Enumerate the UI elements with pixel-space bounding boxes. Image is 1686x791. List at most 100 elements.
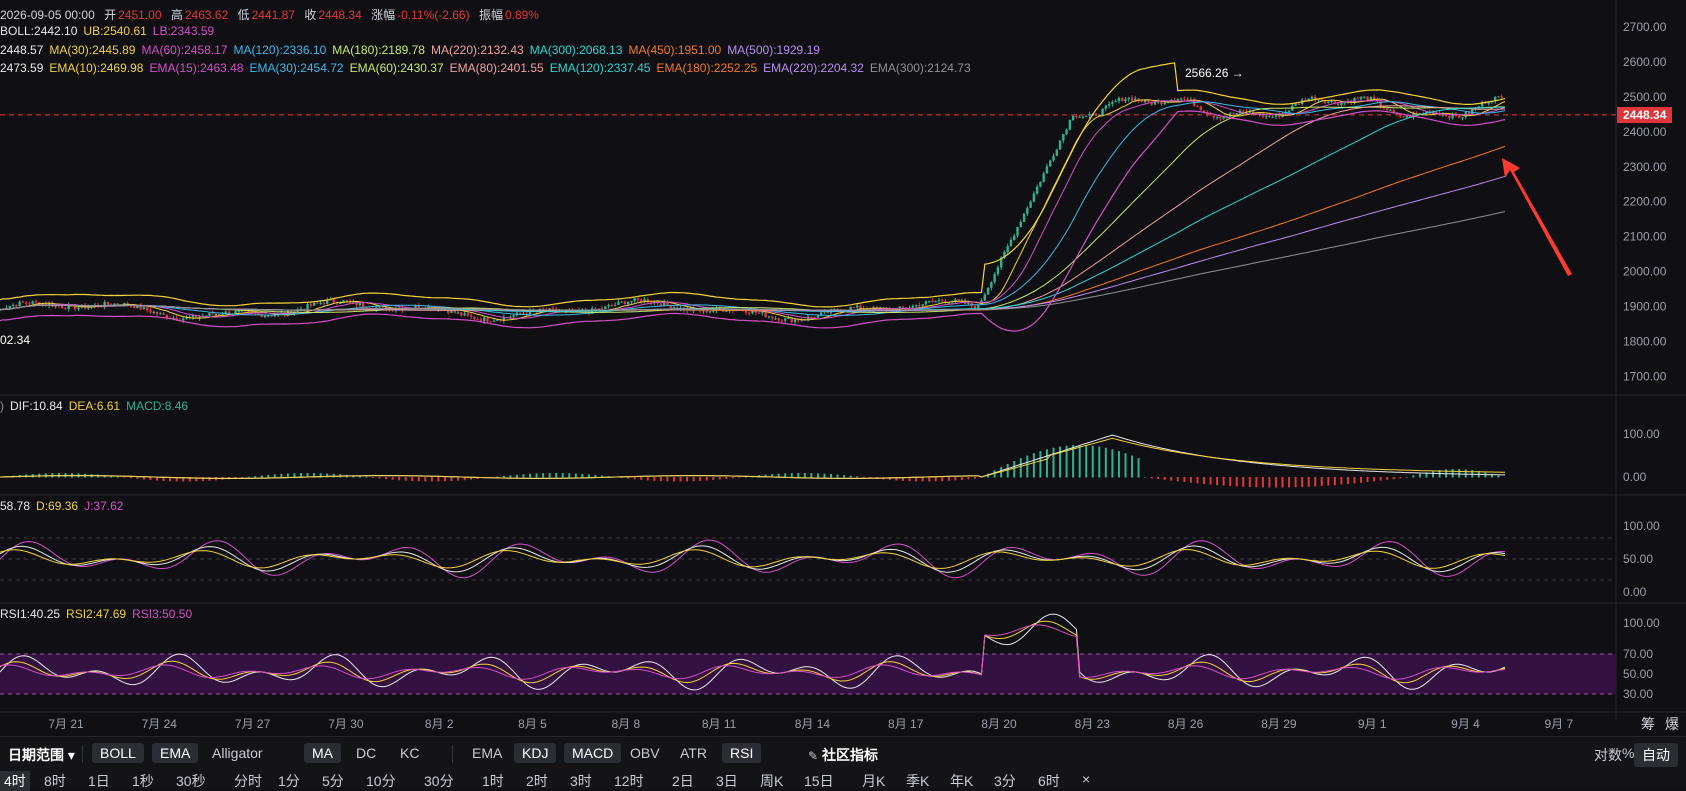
candle-body — [620, 301, 623, 303]
timeframe-button[interactable]: 8时 — [44, 771, 66, 791]
candle-body — [234, 311, 237, 314]
indicator-toggle-alligator[interactable]: Alligator — [204, 743, 271, 763]
timeframe-button[interactable]: 30分 — [424, 771, 454, 791]
macd-bar — [1314, 477, 1317, 487]
price-tick-label: 2400.00 — [1623, 125, 1667, 139]
timeframe-button[interactable]: 4时 — [0, 771, 30, 791]
timeframe-button[interactable]: 10分 — [366, 771, 396, 791]
indicator-toggle-dc[interactable]: DC — [348, 743, 384, 763]
macd-bar — [666, 477, 669, 482]
candle-body — [1078, 116, 1081, 118]
candle-body — [784, 318, 787, 321]
candle-body — [18, 301, 21, 307]
indicator-toggle-kdj[interactable]: KDJ — [514, 743, 557, 763]
macd-bar — [136, 477, 139, 479]
price-tick-label: 2100.00 — [1623, 230, 1667, 244]
indicator-toggle-ma[interactable]: MA — [304, 743, 341, 763]
timeframe-button[interactable]: 30秒 — [176, 771, 206, 791]
indicator-toggle-atr[interactable]: ATR — [672, 743, 715, 763]
candle-body — [1019, 221, 1022, 228]
macd-bar — [515, 474, 518, 478]
macd-tick-label: 100.00 — [1623, 427, 1660, 441]
timeframe-button[interactable]: 5分 — [322, 771, 344, 791]
macd-bar — [142, 477, 145, 480]
date-range-button[interactable]: 日期范围 ▾ — [0, 743, 83, 767]
candle-body — [911, 305, 915, 308]
macd-bar — [699, 477, 702, 481]
macd-bar — [705, 477, 708, 481]
candle-body — [934, 300, 937, 302]
candle-body — [820, 312, 823, 315]
indicator-toggle-boll[interactable]: BOLL — [92, 743, 144, 763]
macd-bar — [555, 473, 558, 478]
indicator-toggle-macd[interactable]: MACD — [564, 743, 622, 763]
community-indicators-button[interactable]: ✎ 社区指标 — [800, 743, 886, 767]
macd-bar — [260, 475, 263, 478]
candle-body — [1062, 134, 1065, 141]
indicator-toggle-[interactable]: 自动 — [1634, 743, 1678, 767]
ema-legend-item: EMA(15):2463.48 — [149, 61, 244, 75]
indicator-toggle-kc[interactable]: KC — [392, 743, 427, 763]
timeframe-button[interactable]: 3分 — [994, 771, 1016, 791]
candle-body — [332, 299, 335, 303]
candle-body — [1261, 113, 1265, 117]
indicator-toggle-rsi[interactable]: RSI — [722, 743, 762, 763]
timeframe-button[interactable]: 1分 — [278, 771, 300, 791]
macd-bar — [1399, 477, 1402, 479]
timeframe-button[interactable]: 1日 — [88, 771, 110, 791]
rsi-legend: RSI1:40.25 RSI2:47.69 RSI3:50.50 — [0, 607, 198, 621]
timeframe-button[interactable]: 分时 — [234, 771, 262, 791]
timeframe-button[interactable]: 3时 — [570, 771, 592, 791]
candle-body — [633, 298, 636, 302]
macd-bar — [967, 477, 970, 480]
macd-bar — [430, 477, 433, 482]
macd-bar — [1098, 446, 1101, 478]
timeframe-button[interactable]: 月K — [862, 771, 885, 791]
timeframe-button[interactable]: 周K — [760, 771, 783, 791]
candle-body — [460, 312, 463, 316]
timeframe-button[interactable]: 12时 — [614, 771, 644, 791]
macd-bar — [1013, 461, 1016, 478]
candle-body — [486, 317, 489, 322]
macd-legend-item: MACD:8.46 — [126, 399, 189, 413]
liquidation-label: 爆 — [1665, 716, 1679, 732]
timeframe-button[interactable]: 15日 — [804, 771, 834, 791]
macd-bar — [1032, 453, 1035, 478]
timeframe-button[interactable]: × — [1082, 771, 1090, 787]
indicator-toggle-obv[interactable]: OBV — [622, 743, 668, 763]
moving-average-line — [0, 106, 1505, 314]
macd-bar — [1131, 455, 1134, 478]
indicator-toggle-ema[interactable]: EMA — [152, 743, 199, 763]
timeframe-button[interactable]: 2时 — [526, 771, 548, 791]
macd-bar — [378, 477, 381, 479]
timeframe-button[interactable]: 1秒 — [132, 771, 154, 791]
macd-bar — [529, 473, 532, 478]
candle-body — [1500, 96, 1503, 98]
macd-bar — [784, 473, 787, 478]
macd-bar — [640, 477, 643, 480]
candle-body — [604, 306, 607, 309]
timeframe-button[interactable]: 季K — [906, 771, 929, 791]
chart-canvas[interactable]: 2700.00 2600.00 2500.00 2400.00 2300.00 2200.… — [0, 0, 1686, 736]
candle-body — [463, 313, 466, 316]
indicator-toggle-ema[interactable]: EMA — [464, 743, 510, 763]
candle-body — [77, 307, 80, 310]
macd-bar — [267, 474, 270, 478]
macd-bar — [823, 473, 826, 478]
macd-legend-item: DEA:6.61 — [68, 399, 121, 413]
timeframe-button[interactable]: 年K — [950, 771, 973, 791]
ma-legend: 2448.57 MA(30):2445.89 MA(60):2458.17 MA(12… — [0, 43, 826, 57]
timeframe-button[interactable]: 6时 — [1038, 771, 1060, 791]
timeframe-button[interactable]: 2日 — [672, 771, 694, 791]
macd-bar — [437, 477, 440, 482]
moving-average-line — [0, 175, 1506, 312]
candle-body — [630, 301, 633, 303]
macd-bar — [686, 477, 689, 482]
date-tick-label: 7月 24 — [142, 717, 178, 731]
date-tick-label: 8月 20 — [981, 717, 1017, 731]
macd-bar — [725, 477, 728, 479]
timeframe-button[interactable]: 1时 — [482, 771, 504, 791]
moving-average-line — [0, 145, 1506, 311]
rsi-tick-label: 100.00 — [1623, 616, 1660, 630]
timeframe-button[interactable]: 3日 — [716, 771, 738, 791]
